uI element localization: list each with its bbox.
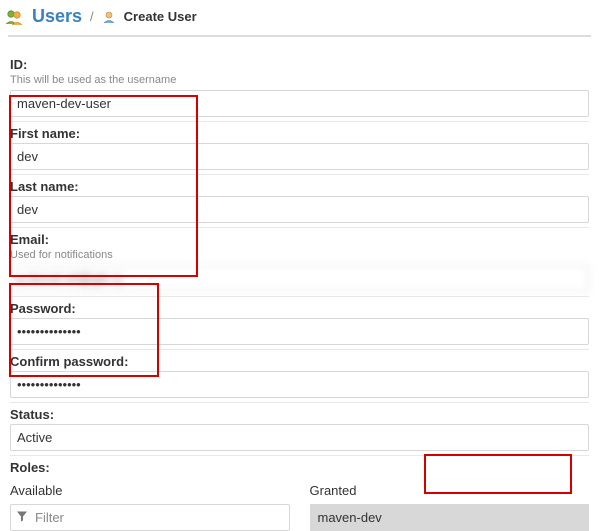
roles-section: Available Granted maven-dev — [10, 481, 589, 531]
roles-available-column: Available — [10, 481, 290, 531]
status-input[interactable] — [10, 424, 589, 451]
password-label: Password: — [10, 297, 589, 318]
id-input[interactable] — [10, 90, 589, 117]
roles-label: Roles: — [10, 456, 589, 477]
email-hint: Used for notifications — [10, 249, 589, 265]
email-input[interactable] — [10, 265, 589, 292]
confirm-password-label: Confirm password: — [10, 350, 589, 371]
id-hint: This will be used as the username — [10, 74, 589, 90]
breadcrumb-users-link[interactable]: Users — [32, 6, 82, 27]
last-name-label: Last name: — [10, 175, 589, 196]
email-label: Email: — [10, 228, 589, 249]
breadcrumb-separator: / — [90, 9, 94, 24]
password-input[interactable] — [10, 318, 589, 345]
divider — [8, 35, 591, 37]
last-name-input[interactable] — [10, 196, 589, 223]
roles-granted-label: Granted — [310, 481, 590, 504]
create-user-form: ID: This will be used as the username Fi… — [0, 53, 599, 531]
roles-filter-input[interactable] — [10, 504, 290, 531]
first-name-input[interactable] — [10, 143, 589, 170]
first-name-label: First name: — [10, 122, 589, 143]
roles-available-label: Available — [10, 481, 290, 504]
breadcrumb: Users / Create User — [0, 0, 599, 35]
user-icon — [102, 10, 116, 24]
id-label: ID: — [10, 53, 589, 74]
status-label: Status: — [10, 403, 589, 424]
roles-granted-column: Granted maven-dev — [310, 481, 590, 531]
breadcrumb-current: Create User — [124, 9, 197, 24]
confirm-password-input[interactable] — [10, 371, 589, 398]
users-group-icon — [4, 7, 24, 27]
granted-role-item[interactable]: maven-dev — [310, 504, 590, 531]
